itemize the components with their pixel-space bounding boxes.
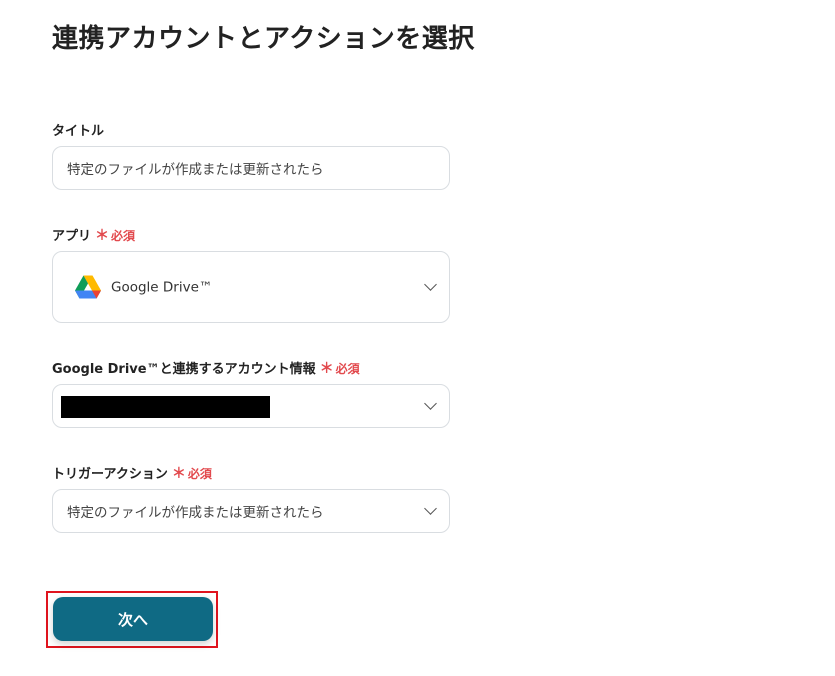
trigger-label: トリガーアクション [52,467,168,482]
account-label-row: Google Drive™と連携するアカウント情報＊必須 [52,358,360,378]
redacted-account-value [61,396,270,418]
app-label-row: アプリ＊必須 [52,225,135,245]
page-title: 連携アカウントとアクションを選択 [52,24,475,54]
google-drive-icon [75,275,101,299]
chevron-down-icon[interactable] [424,278,437,291]
account-label: Google Drive™と連携するアカウント情報 [52,362,316,377]
required-badge: ＊必須 [95,228,136,244]
app-name: Google Drive™ [111,279,213,295]
required-badge: ＊必須 [171,466,212,482]
chevron-down-icon[interactable] [424,502,437,515]
title-input[interactable] [53,147,449,189]
next-button[interactable]: 次へ [53,597,213,641]
required-badge: ＊必須 [319,361,360,377]
app-label: アプリ [52,229,92,244]
app-select[interactable]: Google Drive™ [52,251,450,323]
title-field[interactable] [52,146,450,190]
next-button-highlight: 次へ [46,591,218,648]
title-label: タイトル [52,124,105,139]
trigger-label-row: トリガーアクション＊必須 [52,463,212,483]
trigger-value: 特定のファイルが作成または更新されたら [67,505,324,521]
trigger-select[interactable]: 特定のファイルが作成または更新されたら [52,489,450,533]
account-select[interactable] [52,384,450,428]
chevron-down-icon[interactable] [424,397,437,410]
